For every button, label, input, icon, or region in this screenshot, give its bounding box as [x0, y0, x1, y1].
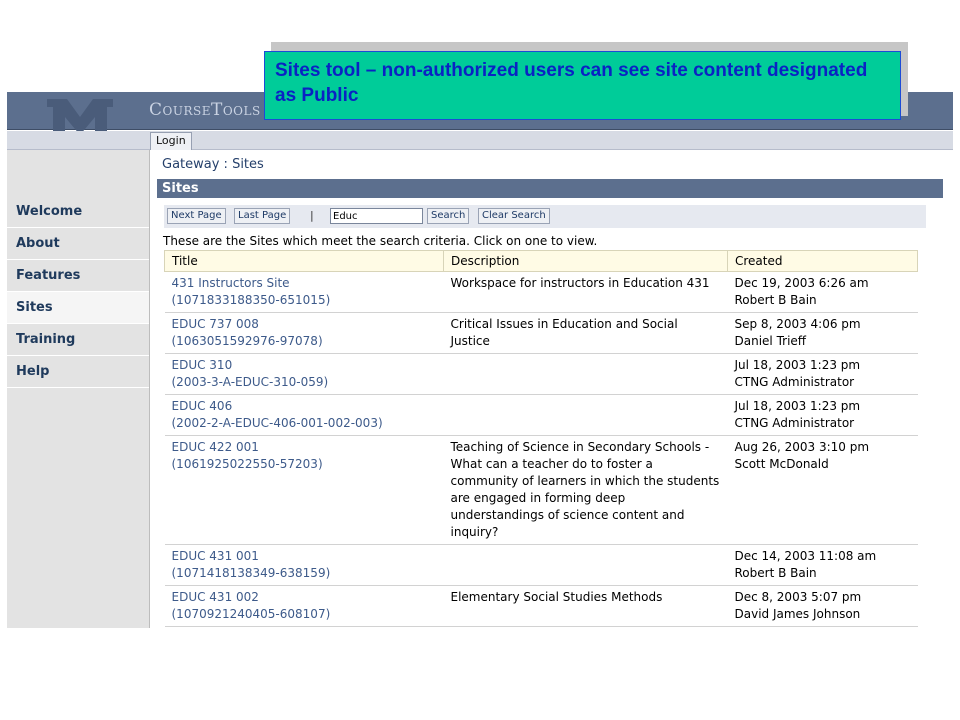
site-title-cell: EDUC 431 001 (1071418138349-638159): [164, 544, 444, 586]
site-link[interactable]: EDUC 422 001: [172, 439, 437, 456]
site-created-cell: Dec 8, 2003 5:07 pm David James Johnson: [727, 585, 918, 627]
sidebar: Welcome About Features Sites Training He…: [7, 150, 150, 628]
created-author: CTNG Administrator: [734, 375, 855, 389]
sidebar-item-training[interactable]: Training: [7, 324, 149, 356]
created-author: Daniel Trieff: [734, 334, 807, 348]
site-link[interactable]: EDUC 310: [172, 357, 437, 374]
site-id[interactable]: (2003-3-A-EDUC-310-059): [172, 374, 437, 391]
sidebar-item-sites[interactable]: Sites: [7, 292, 149, 324]
site-title-cell: EDUC 310 (2003-3-A-EDUC-310-059): [164, 353, 444, 395]
site-link[interactable]: EDUC 737 008: [172, 316, 437, 333]
table-header-row: Title Description Created: [164, 250, 918, 272]
table-row: EDUC 422 001 (1061925022550-57203) Teach…: [164, 435, 918, 545]
site-title-cell: EDUC 406 (2002-2-A-EDUC-406-001-002-003): [164, 394, 444, 436]
site-title-cell: EDUC 431 002 (1070921240405-608107): [164, 585, 444, 627]
tab-login[interactable]: Login: [150, 132, 192, 150]
site-description: Critical Issues in Education and Social …: [443, 312, 728, 354]
sidebar-item-about[interactable]: About: [7, 228, 149, 260]
created-date: Jul 18, 2003 1:23 pm: [734, 399, 861, 413]
site-description: [443, 544, 728, 586]
created-date: Sep 8, 2003 4:06 pm: [734, 317, 861, 331]
tab-bar: Login: [7, 131, 953, 150]
created-date: Aug 26, 2003 3:10 pm: [734, 440, 870, 454]
table-row: EDUC 406 (2002-2-A-EDUC-406-001-002-003)…: [164, 394, 918, 436]
site-created-cell: Sep 8, 2003 4:06 pm Daniel Trieff: [727, 312, 918, 354]
site-title-cell: EDUC 422 001 (1061925022550-57203): [164, 435, 444, 545]
created-date: Dec 14, 2003 11:08 am: [734, 549, 877, 563]
site-id[interactable]: (2002-2-A-EDUC-406-001-002-003): [172, 415, 437, 432]
site-link[interactable]: EDUC 431 001: [172, 548, 437, 565]
column-header-created[interactable]: Created: [727, 250, 918, 272]
column-header-description[interactable]: Description: [443, 250, 728, 272]
sidebar-item-features[interactable]: Features: [7, 260, 149, 292]
table-row: EDUC 310 (2003-3-A-EDUC-310-059) Jul 18,…: [164, 353, 918, 395]
search-button[interactable]: Search: [427, 208, 470, 224]
created-date: Jul 18, 2003 1:23 pm: [734, 358, 861, 372]
created-author: Robert B Bain: [734, 566, 817, 580]
site-description: Teaching of Science in Secondary Schools…: [443, 435, 728, 545]
sidebar-item-help[interactable]: Help: [7, 356, 149, 388]
table-row: EDUC 737 008 (1063051592976-97078) Criti…: [164, 312, 918, 354]
column-header-title[interactable]: Title: [164, 250, 444, 272]
sidebar-nav: Welcome About Features Sites Training He…: [7, 196, 149, 388]
site-link[interactable]: EDUC 431 002: [172, 589, 437, 606]
site-link[interactable]: EDUC 406: [172, 398, 437, 415]
site-id[interactable]: (1070921240405-608107): [172, 606, 437, 623]
search-input[interactable]: [330, 208, 423, 224]
sites-table: Title Description Created 431 Instructor…: [164, 250, 918, 627]
main-content: Gateway : Sites Sites Next Page Last Pag…: [150, 150, 953, 628]
site-description: [443, 394, 728, 436]
table-row: EDUC 431 001 (1071418138349-638159) Dec …: [164, 544, 918, 586]
created-author: David James Johnson: [734, 607, 861, 621]
instructions-text: These are the Sites which meet the searc…: [163, 234, 598, 248]
site-created-cell: Dec 19, 2003 6:26 am Robert B Bain: [727, 271, 918, 313]
created-author: Robert B Bain: [734, 293, 817, 307]
toolbar-separator: |: [310, 209, 314, 222]
sidebar-item-welcome[interactable]: Welcome: [7, 196, 149, 228]
next-page-button[interactable]: Next Page: [167, 208, 226, 224]
site-created-cell: Aug 26, 2003 3:10 pm Scott McDonald: [727, 435, 918, 545]
panel-title: Sites: [157, 179, 943, 198]
site-id[interactable]: (1063051592976-97078): [172, 333, 437, 350]
site-id[interactable]: (1071418138349-638159): [172, 565, 437, 582]
site-description: [443, 353, 728, 395]
site-created-cell: Jul 18, 2003 1:23 pm CTNG Administrator: [727, 353, 918, 395]
created-date: Dec 19, 2003 6:26 am: [734, 276, 869, 290]
annotation-callout: Sites tool – non-authorized users can se…: [264, 51, 901, 120]
coursetools-window: CourseTools Login Welcome About Features…: [7, 92, 953, 628]
callout-text: Sites tool – non-authorized users can se…: [275, 60, 868, 106]
brand-title: CourseTools: [149, 100, 261, 120]
table-row: 431 Instructors Site (1071833188350-6510…: [164, 271, 918, 313]
created-date: Dec 8, 2003 5:07 pm: [734, 590, 862, 604]
last-page-button[interactable]: Last Page: [234, 208, 291, 224]
clear-search-button[interactable]: Clear Search: [478, 208, 550, 224]
created-author: Scott McDonald: [734, 457, 829, 471]
search-toolbar: Next Page Last Page | Search Clear Searc…: [164, 205, 926, 228]
table-row: EDUC 431 002 (1070921240405-608107) Elem…: [164, 585, 918, 627]
site-description: Elementary Social Studies Methods: [443, 585, 728, 627]
site-title-cell: 431 Instructors Site (1071833188350-6510…: [164, 271, 444, 313]
site-id[interactable]: (1061925022550-57203): [172, 456, 437, 473]
site-id[interactable]: (1071833188350-651015): [172, 292, 437, 309]
site-created-cell: Jul 18, 2003 1:23 pm CTNG Administrator: [727, 394, 918, 436]
breadcrumb: Gateway : Sites: [162, 157, 264, 172]
site-title-cell: EDUC 737 008 (1063051592976-97078): [164, 312, 444, 354]
created-author: CTNG Administrator: [734, 416, 855, 430]
site-description: Workspace for instructors in Education 4…: [443, 271, 728, 313]
site-created-cell: Dec 14, 2003 11:08 am Robert B Bain: [727, 544, 918, 586]
site-link[interactable]: 431 Instructors Site: [172, 275, 437, 292]
